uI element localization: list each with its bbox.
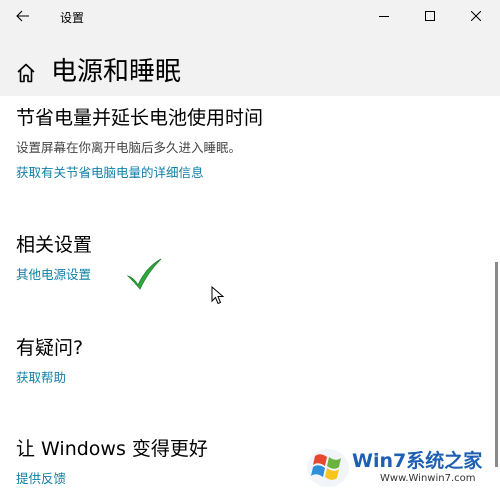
- arrow-left-icon: [16, 10, 29, 22]
- mouse-pointer-icon: [211, 286, 225, 305]
- green-checkmark-icon: [126, 258, 162, 290]
- improve-windows-heading: 让 Windows 变得更好: [16, 438, 208, 460]
- maximize-icon: [425, 11, 435, 21]
- back-button[interactable]: [0, 0, 46, 32]
- title-bar: 设置: [0, 0, 500, 32]
- related-settings-heading: 相关设置: [16, 234, 93, 256]
- home-icon[interactable]: [15, 62, 37, 84]
- give-feedback-link[interactable]: 提供反馈: [16, 470, 66, 488]
- additional-power-settings-link[interactable]: 其他电源设置: [16, 266, 91, 284]
- windows-flag-logo-icon: [307, 449, 349, 487]
- battery-section-heading: 节省电量并延长电池使用时间: [16, 107, 264, 129]
- power-saving-info-link[interactable]: 获取有关节省电脑电量的详细信息: [16, 164, 204, 182]
- app-title: 设置: [60, 11, 85, 25]
- watermark: Win7系统之家 Www.Winwin7.com: [300, 440, 500, 493]
- minimize-button[interactable]: [361, 0, 407, 32]
- watermark-url: Www.Winwin7.com: [380, 473, 476, 484]
- minimize-icon: [379, 16, 389, 17]
- close-button[interactable]: [453, 0, 499, 32]
- close-icon: [471, 11, 481, 21]
- scrollbar-thumb[interactable]: [495, 262, 498, 467]
- questions-heading: 有疑问?: [16, 337, 84, 359]
- watermark-text: Win7系统之家: [352, 450, 483, 472]
- maximize-button[interactable]: [407, 0, 453, 32]
- get-help-link[interactable]: 获取帮助: [16, 369, 66, 387]
- page-title: 电源和睡眠: [51, 57, 182, 87]
- battery-section-description: 设置屏幕在你离开电脑后多久进入睡眠。: [16, 140, 242, 155]
